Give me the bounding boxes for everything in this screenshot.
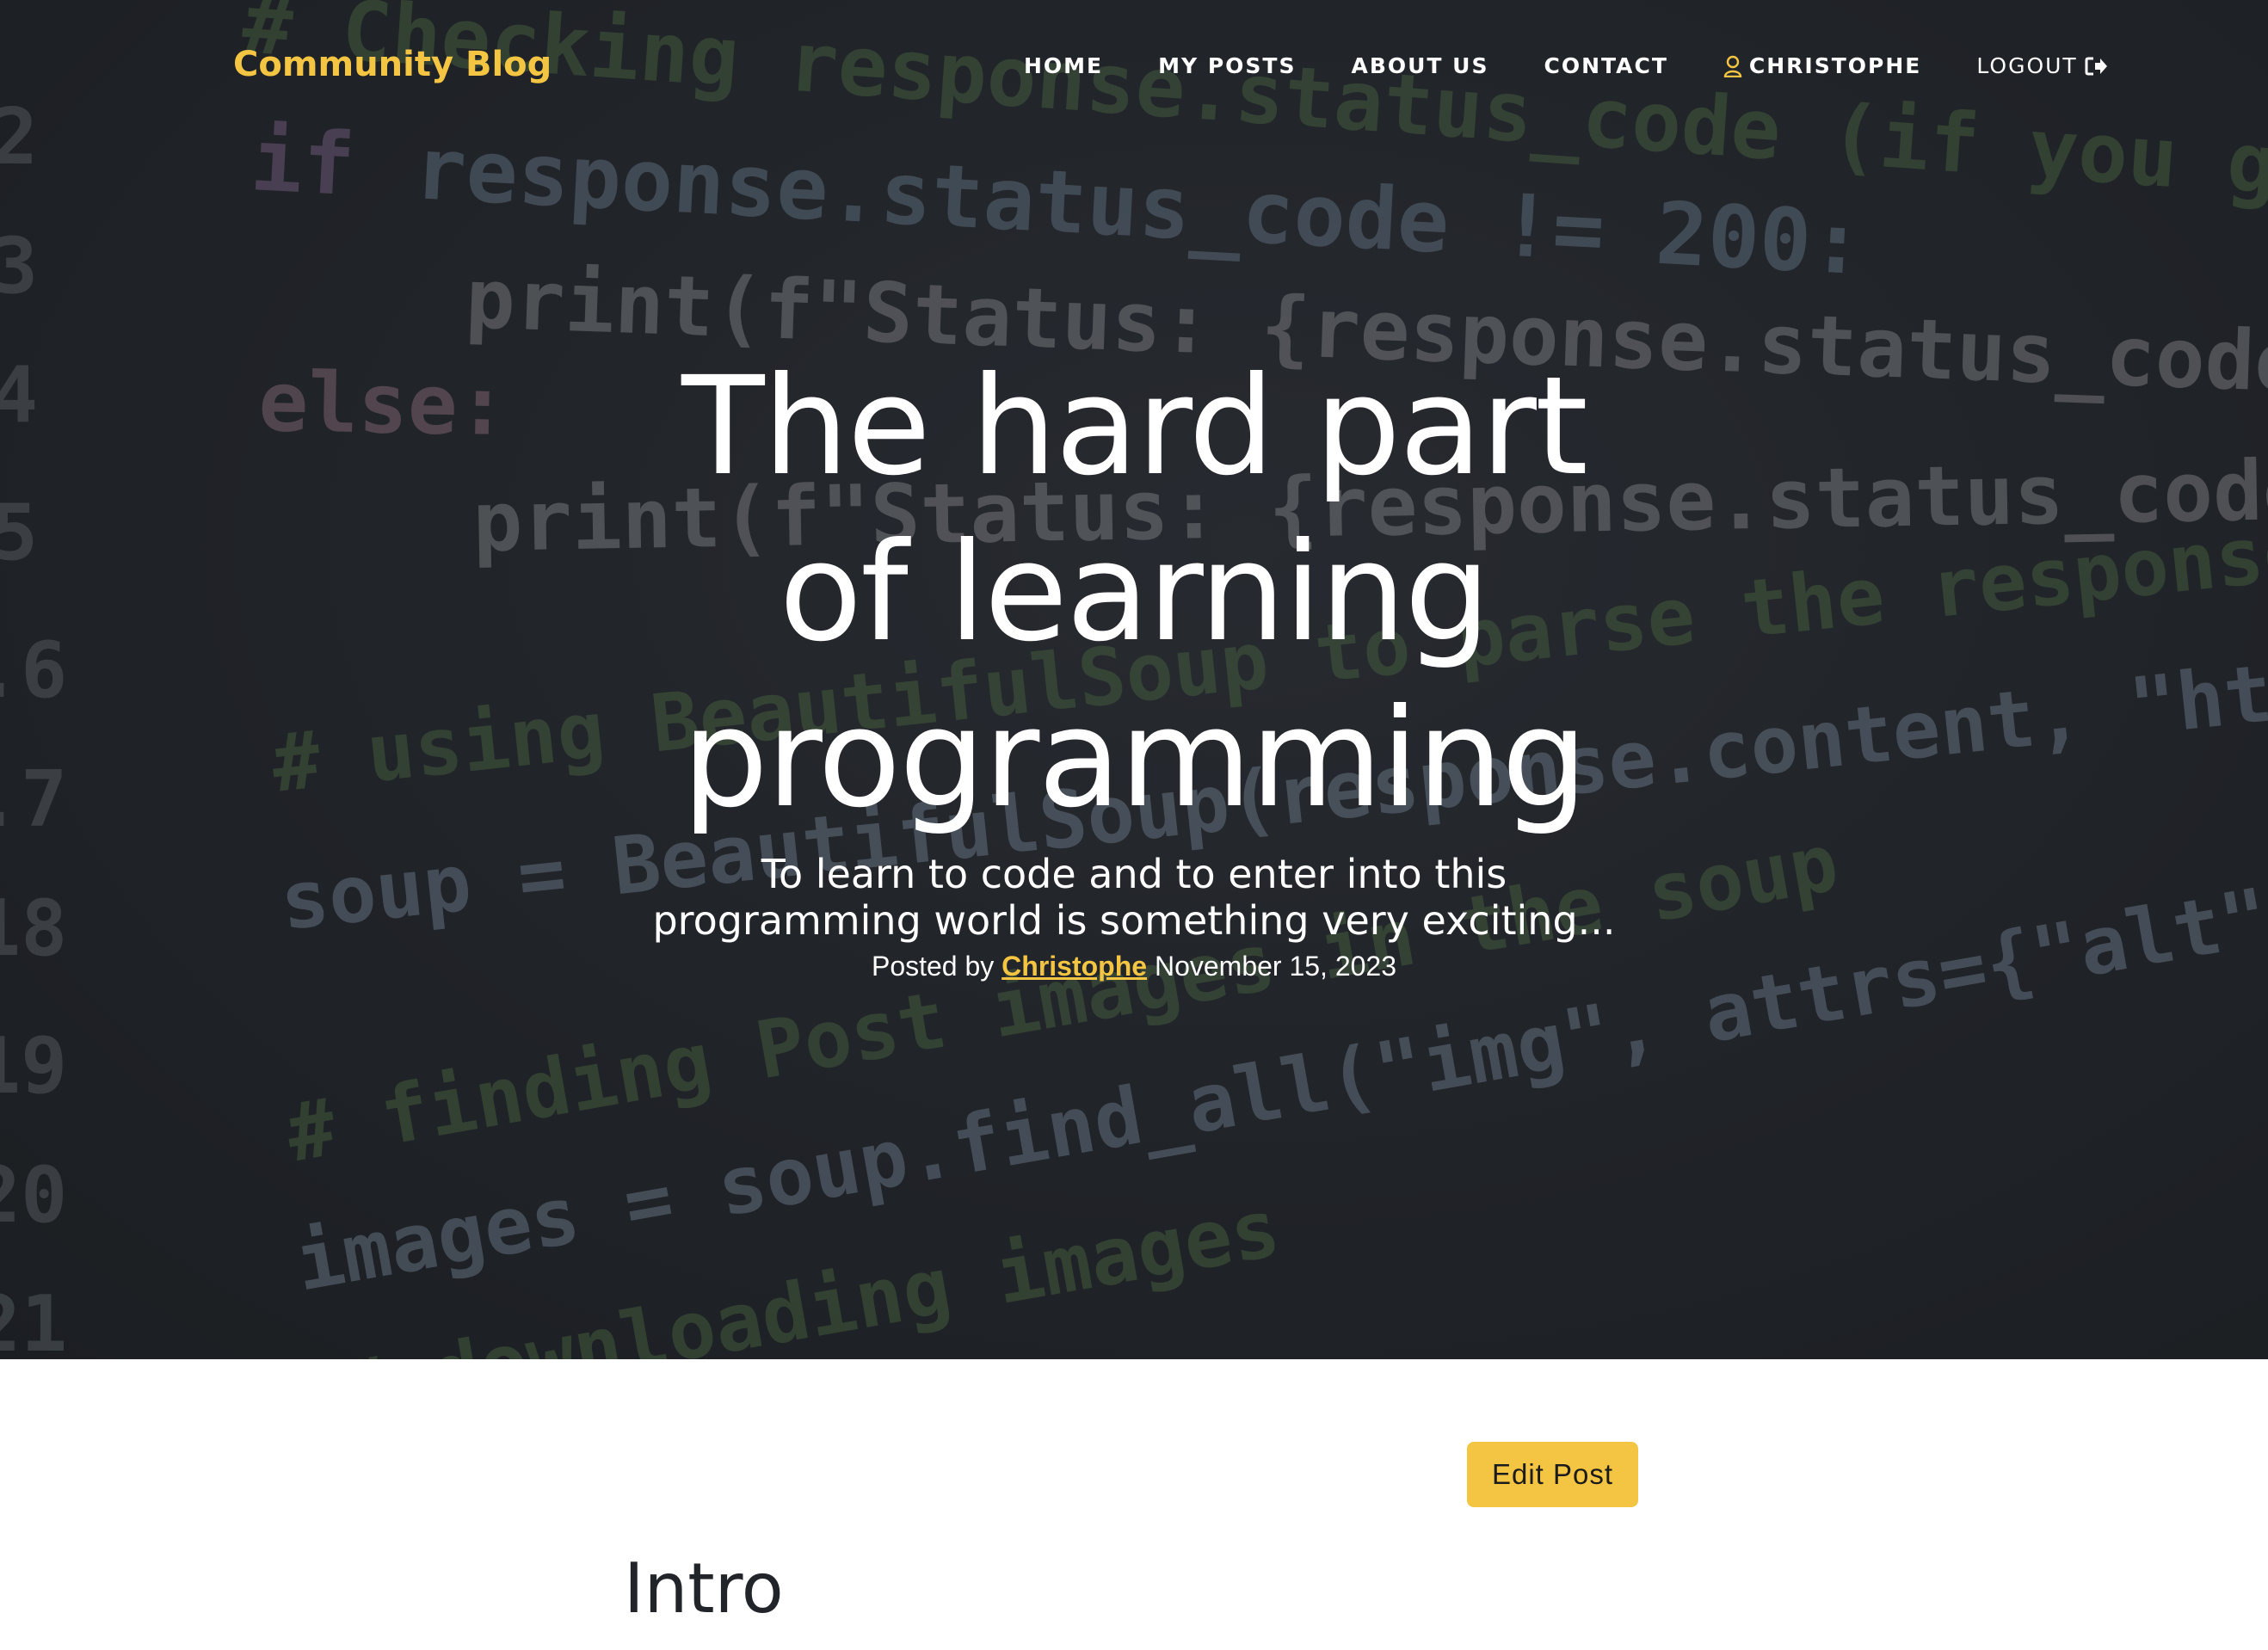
main-navbar: Community Blog HOME MY POSTS ABOUT US CO…	[0, 0, 2268, 138]
nav-home-link[interactable]: HOME	[1024, 53, 1103, 78]
brand-logo-link[interactable]: Community Blog	[233, 45, 552, 84]
user-icon	[1723, 55, 1742, 77]
nav-contact-link[interactable]: CONTACT	[1544, 53, 1668, 78]
nav-my-posts-link[interactable]: MY POSTS	[1158, 53, 1296, 78]
post-subtitle: To learn to code and to enter into this …	[652, 851, 1616, 944]
nav-links: HOME MY POSTS ABOUT US CONTACT CHRISTOPH…	[1024, 53, 2107, 78]
posted-by-label: Posted by	[871, 951, 995, 982]
nav-logout-label: LOGOUT	[1976, 53, 2078, 78]
nav-user-profile-link[interactable]: CHRISTOPHE	[1723, 53, 1921, 78]
post-meta: Posted by Christophe November 15, 2023	[0, 951, 2268, 982]
logout-icon	[2085, 57, 2107, 75]
nav-logout-link[interactable]: LOGOUT	[1976, 53, 2107, 78]
post-date: November 15, 2023	[1154, 951, 1397, 982]
nav-user-label: CHRISTOPHE	[1748, 53, 1922, 78]
post-header: 2 3 4 5 .6 .7 18 19 20 21 # Checking res…	[0, 0, 2268, 1359]
section-heading-intro: Intro	[624, 1548, 784, 1628]
post-title: The hard part of learning programming	[681, 348, 1588, 838]
nav-about-us-link[interactable]: ABOUT US	[1351, 53, 1488, 78]
edit-post-button[interactable]: Edit Post	[1467, 1442, 1638, 1507]
post-heading: The hard part of learning programming To…	[0, 344, 2268, 982]
author-link[interactable]: Christophe	[1001, 951, 1147, 982]
post-content: Edit Post Intro	[0, 1359, 2268, 1650]
